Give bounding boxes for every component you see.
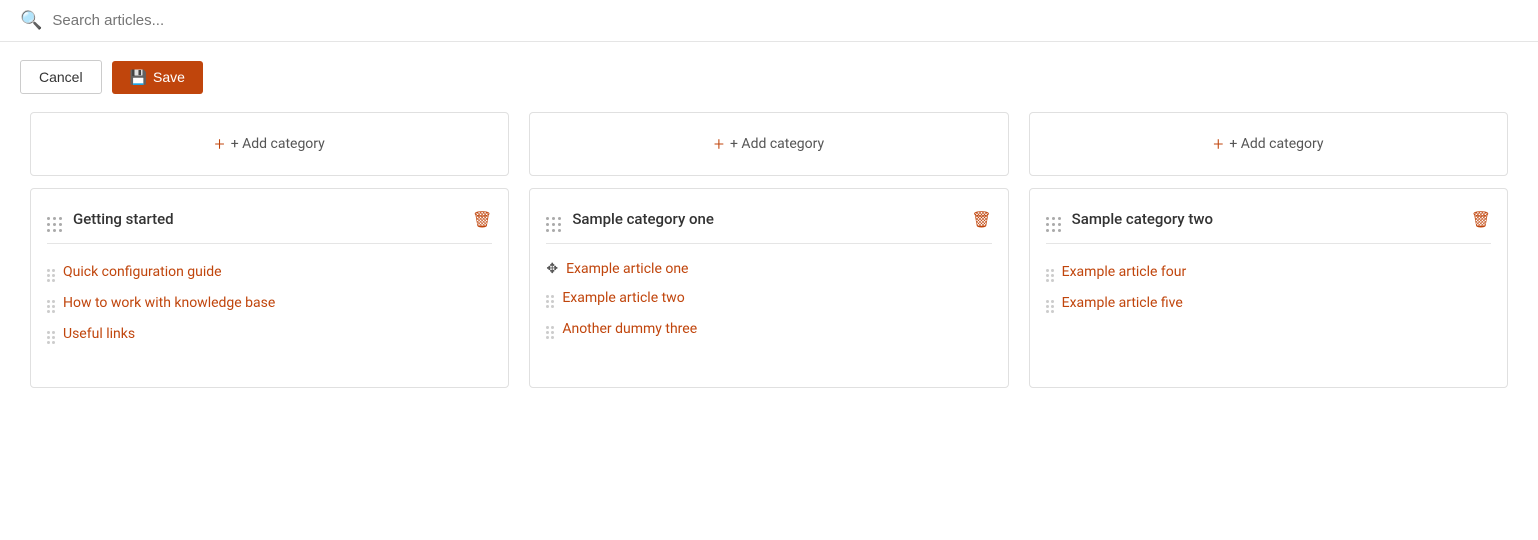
article-link[interactable]: Example article five [1062,295,1183,311]
category-drag-handle-1[interactable] [47,205,63,233]
category-header-3: Sample category two 🗑 [1046,205,1491,244]
article-item: Example article five [1046,287,1491,318]
article-link[interactable]: Example article one [566,261,688,277]
article-item: Useful links [47,318,492,349]
category-title-1: Getting started [73,210,462,228]
add-category-label-2: + Add category [730,136,824,152]
article-link[interactable]: Example article two [562,290,684,306]
article-drag-handle[interactable] [47,323,55,344]
category-title-3: Sample category two [1072,210,1461,228]
category-title-2: Sample category one [572,210,961,228]
article-drag-handle[interactable] [47,261,55,282]
save-icon: 💾 [130,69,147,86]
delete-category-2[interactable]: 🗑 [971,210,991,229]
add-category-button-2[interactable]: + + Add category [529,112,1008,176]
add-icon-3: + [1213,134,1223,155]
toolbar: Cancel 💾 Save [0,42,1538,112]
category-drag-handle-3[interactable] [1046,205,1062,233]
article-link[interactable]: How to work with knowledge base [63,295,275,311]
cancel-button[interactable]: Cancel [20,60,102,94]
search-icon: 🔍 [20,10,42,31]
article-link[interactable]: Example article four [1062,264,1187,280]
column-2: + + Add category Sample category one 🗑 ✥… [519,112,1018,408]
article-drag-handle[interactable] [1046,261,1054,282]
category-card-2: Sample category one 🗑 ✥ Example article … [529,188,1008,388]
save-button[interactable]: 💾 Save [112,61,203,94]
column-1: + + Add category Getting started 🗑 [20,112,519,408]
article-item: How to work with knowledge base [47,287,492,318]
search-bar: 🔍 [0,0,1538,42]
article-drag-handle[interactable] [47,292,55,313]
article-item: Example article two [546,282,991,313]
add-icon-1: + [215,134,225,155]
delete-category-1[interactable]: 🗑 [472,210,492,229]
column-3: + + Add category Sample category two 🗑 [1019,112,1518,408]
add-category-label-1: + Add category [231,136,325,152]
article-item: Example article four [1046,256,1491,287]
article-drag-handle[interactable] [1046,292,1054,313]
article-item: Another dummy three [546,313,991,344]
category-drag-handle-2[interactable] [546,205,562,233]
add-category-button-3[interactable]: + + Add category [1029,112,1508,176]
add-icon-2: + [714,134,724,155]
article-item: ✥ Example article one [546,256,991,282]
category-card-1: Getting started 🗑 Quick configuration gu… [30,188,509,388]
article-drag-handle[interactable] [546,287,554,308]
delete-category-3[interactable]: 🗑 [1471,210,1491,229]
article-link[interactable]: Quick configuration guide [63,264,222,280]
article-move-handle[interactable]: ✥ [546,261,558,277]
category-card-3: Sample category two 🗑 Example article fo… [1029,188,1508,388]
category-header-2: Sample category one 🗑 [546,205,991,244]
search-input[interactable] [52,12,1518,29]
add-category-label-3: + Add category [1229,136,1323,152]
article-drag-handle[interactable] [546,318,554,339]
category-header-1: Getting started 🗑 [47,205,492,244]
article-link[interactable]: Useful links [63,326,135,342]
article-item: Quick configuration guide [47,256,492,287]
article-link[interactable]: Another dummy three [562,321,697,337]
columns-grid: + + Add category Getting started 🗑 [0,112,1538,408]
add-category-button-1[interactable]: + + Add category [30,112,509,176]
